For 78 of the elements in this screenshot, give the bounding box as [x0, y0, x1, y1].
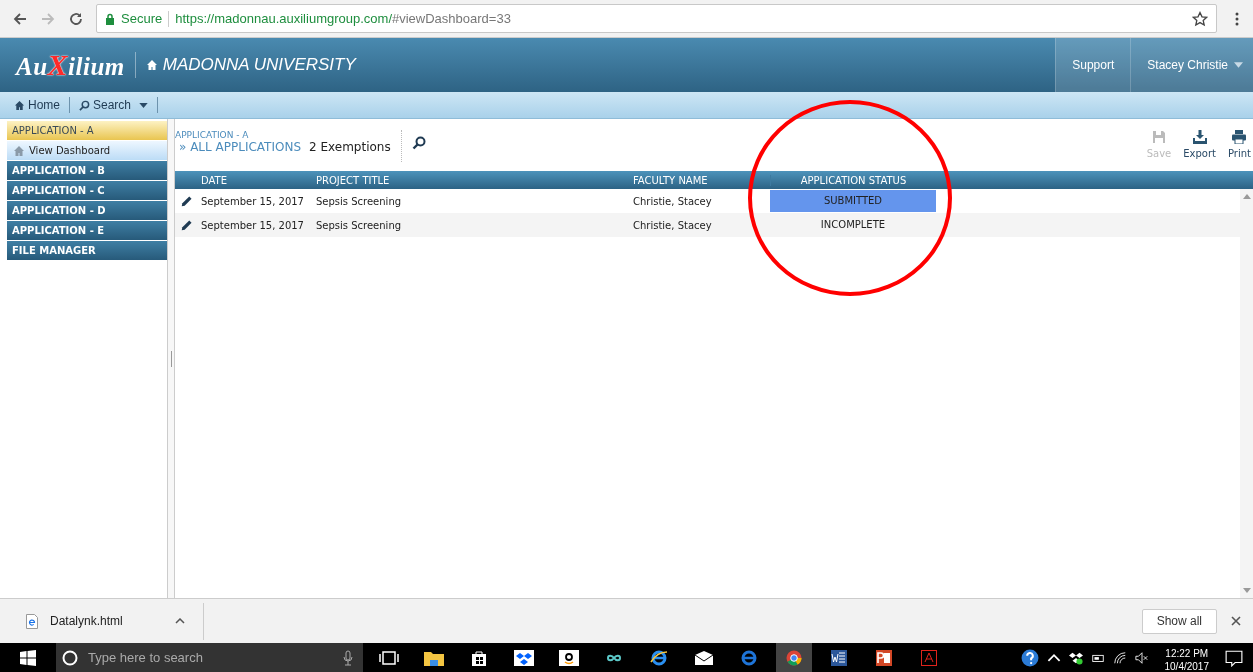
home-icon [14, 99, 25, 111]
status-cell[interactable]: INCOMPLETE [770, 214, 936, 236]
url-text: https://madonnau.auxiliumgroup.com/#viewDashboard=33 [175, 11, 511, 26]
clock-time: 12:22 PM [1165, 647, 1209, 660]
task-view-icon[interactable] [379, 649, 399, 666]
windows-start-icon[interactable] [20, 649, 36, 666]
status-cell[interactable]: SUBMITTED [770, 190, 936, 212]
lock-icon [105, 12, 115, 25]
table-cell-text: September 15, 2017 [200, 195, 305, 207]
microphone-icon [343, 649, 353, 666]
table-cell-text: Sepsis Screening [315, 219, 403, 231]
app-logo: AuXilium [16, 48, 125, 82]
caret-icon [139, 102, 149, 108]
download-item[interactable]: Datalynk.html [8, 602, 204, 640]
home-icon [13, 144, 25, 157]
pdf-icon[interactable] [919, 649, 939, 666]
search-icon[interactable] [411, 136, 426, 150]
wifi-icon[interactable] [1112, 650, 1127, 665]
caret-icon [1234, 62, 1243, 68]
sidebar-section[interactable]: APPLICATION - B [7, 161, 167, 180]
scrollbar[interactable] [1240, 189, 1253, 598]
table-cell-text: Christie, Stacey [632, 195, 713, 207]
address-bar[interactable]: Secure https://madonnau.auxiliumgroup.com/#viewDashboard=33 [96, 4, 1217, 33]
institution-name: MADONNA UNIVERSITY [162, 55, 356, 75]
sidebar-section[interactable]: FILE MANAGER [7, 241, 167, 260]
notification-icon[interactable] [1225, 648, 1243, 667]
column-header[interactable]: PROJECT TITLE [313, 174, 630, 186]
export-button[interactable]: Export [1181, 130, 1218, 159]
star-icon[interactable] [1192, 10, 1208, 27]
clock-date: 10/4/2017 [1164, 660, 1209, 672]
cortana-circle-icon [62, 649, 78, 666]
chevron-up-icon[interactable] [174, 618, 185, 624]
chrome-icon[interactable] [784, 649, 804, 666]
scroll-up-icon[interactable] [1242, 194, 1251, 199]
sidebar-section[interactable]: APPLICATION - E [7, 221, 167, 240]
menu-icon[interactable] [1235, 10, 1239, 27]
column-header[interactable]: DATE [198, 174, 313, 186]
shopping-bag-icon[interactable] [469, 649, 489, 666]
home-icon [145, 59, 158, 71]
envelope-icon[interactable] [694, 649, 714, 666]
user-menu[interactable]: Stacey Christie [1130, 38, 1253, 92]
file-name: Datalynk.html [50, 614, 123, 628]
scroll-down-icon[interactable] [1242, 588, 1251, 593]
page-title: » ALL APPLICATIONS [179, 140, 302, 154]
box-icon[interactable] [1068, 650, 1083, 665]
breadcrumb-link[interactable]: APPLICATION - A [175, 130, 391, 140]
table-cell-text: Sepsis Screening [315, 195, 403, 207]
table-cell-text: September 15, 2017 [200, 219, 305, 231]
taskbar-search-field[interactable]: Type here to search [56, 643, 363, 672]
presentation-p-icon[interactable] [874, 649, 894, 666]
record-count: 2 Exemptions [309, 140, 391, 154]
column-header[interactable]: FACULTY NAME [630, 174, 770, 186]
reload-icon[interactable] [68, 10, 84, 27]
show-all-button[interactable]: Show all [1141, 608, 1217, 634]
document-w-icon[interactable] [829, 649, 849, 666]
sidebar-section[interactable]: APPLICATION - C [7, 181, 167, 200]
muted-speaker-icon[interactable] [1134, 650, 1149, 665]
sidebar-section[interactable]: APPLICATION - D [7, 201, 167, 220]
download-icon [1192, 130, 1207, 144]
print-button[interactable]: Print [1226, 130, 1253, 159]
secure-label: Secure [121, 11, 163, 26]
back-icon[interactable] [12, 10, 28, 27]
box-icon[interactable] [514, 649, 534, 666]
help-icon[interactable] [1020, 648, 1039, 667]
search-icon [79, 99, 90, 111]
support-link[interactable]: Support [1055, 38, 1131, 92]
sidebar-item[interactable]: View Dashboard [7, 141, 167, 160]
folder-icon[interactable] [424, 649, 444, 666]
close-icon[interactable] [1231, 616, 1241, 626]
pencil-icon[interactable] [181, 219, 192, 231]
table-cell-text: Christie, Stacey [632, 219, 713, 231]
pencil-icon[interactable] [181, 195, 192, 207]
printer-icon [1232, 130, 1247, 144]
column-header[interactable]: APPLICATION STATUS [770, 174, 936, 186]
sidebar-section[interactable]: APPLICATION - A [7, 121, 167, 140]
search-menu-item[interactable]: Search [73, 98, 155, 112]
home-menu-item[interactable]: Home [8, 98, 66, 112]
file-icon [26, 613, 38, 629]
